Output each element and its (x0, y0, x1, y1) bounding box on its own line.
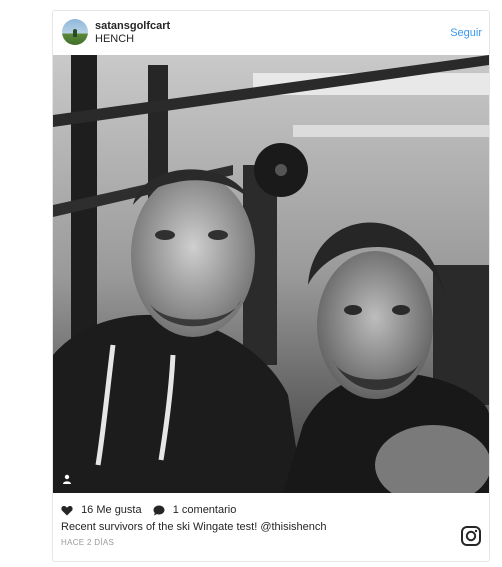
location-label: HENCH (95, 33, 135, 45)
user-tag-icon[interactable] (62, 474, 72, 484)
instagram-post-card: satansgolfcart HENCH Seguir 16 Me gusta … (52, 10, 490, 562)
ceiling-light (293, 125, 489, 137)
post-header: satansgolfcart HENCH Seguir (53, 11, 489, 55)
avatar-tree (73, 29, 77, 37)
mention-link[interactable]: @thisishench (260, 521, 326, 533)
engagement-bar: 16 Me gusta 1 comentario (61, 503, 236, 517)
person-left-eye (155, 230, 175, 240)
heart-icon[interactable] (61, 505, 73, 516)
comment-icon[interactable] (153, 505, 165, 516)
post-timestamp[interactable]: HACE 2 DÍAS (61, 538, 114, 548)
likes-count[interactable]: 16 Me gusta (81, 504, 142, 516)
person-right-eye (344, 305, 362, 315)
username[interactable]: satansgolfcart (95, 20, 170, 33)
person-right-face (317, 251, 433, 399)
photo-image (53, 55, 489, 493)
post-photo[interactable] (53, 55, 489, 493)
person-left-eye (208, 230, 228, 240)
post-caption: Recent survivors of the ski Wingate test… (61, 520, 327, 534)
person-right-eye (392, 305, 410, 315)
caption-text: Recent survivors of the ski Wingate test… (61, 521, 261, 533)
follow-button[interactable]: Seguir (450, 27, 482, 40)
instagram-icon[interactable] (461, 526, 481, 546)
person-left-face (131, 173, 255, 337)
avatar[interactable] (62, 19, 88, 45)
weight-plate-hub (275, 164, 287, 176)
comments-count[interactable]: 1 comentario (173, 504, 237, 516)
